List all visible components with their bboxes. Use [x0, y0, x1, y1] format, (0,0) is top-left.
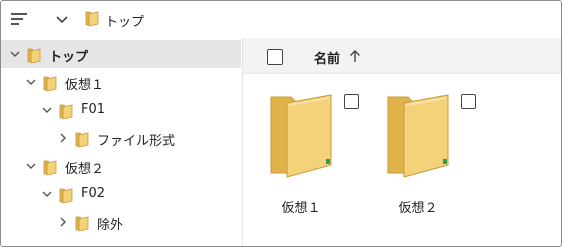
tree-item-label: 除外 [97, 218, 124, 233]
tree-item-label: ファイル形式 [97, 134, 176, 149]
folder-label: 仮想１ [281, 201, 321, 216]
folder-select-checkbox[interactable] [344, 94, 359, 109]
tree-item-label: 仮想２ [65, 162, 105, 177]
folder-icon [75, 214, 89, 236]
tree-item-label: F02 [81, 186, 106, 201]
folder-large-icon [386, 93, 450, 183]
folder-tree: トップ仮想１ F01 ファイル形式仮想２ F02 除外 [1, 38, 241, 246]
folder-icon [75, 130, 89, 152]
chevron-down-icon[interactable] [55, 11, 69, 27]
tree-item[interactable]: F01 [1, 96, 241, 124]
folder-select-checkbox[interactable] [461, 94, 476, 109]
tree-item[interactable]: ファイル形式 [1, 124, 241, 152]
folder-icon [43, 158, 57, 180]
folder-tile[interactable]: 仮想１ [269, 93, 369, 223]
tree-item[interactable]: 仮想１ [1, 68, 241, 96]
tree-item[interactable]: 仮想２ [1, 152, 241, 180]
chevron-right-icon[interactable] [57, 216, 69, 228]
select-all-checkbox[interactable] [267, 49, 283, 65]
breadcrumb-label[interactable]: トップ [105, 11, 144, 30]
hamburger-menu-icon[interactable] [11, 11, 31, 27]
tree-item[interactable]: 除外 [1, 208, 241, 236]
folder-icon [59, 102, 73, 124]
tree-item[interactable]: トップ [1, 40, 241, 68]
breadcrumb[interactable]: トップ [85, 9, 144, 31]
chevron-down-icon[interactable] [9, 48, 21, 60]
folder-large-icon [269, 93, 333, 183]
folder-tile[interactable]: 仮想２ [386, 93, 486, 223]
list-header: 名前 [243, 38, 561, 74]
folder-icon [59, 186, 73, 208]
chevron-right-icon[interactable] [57, 132, 69, 144]
folder-icon [43, 74, 57, 96]
toolbar: トップ [1, 1, 561, 37]
tree-item-label: トップ [49, 50, 89, 65]
tree-item-label: 仮想１ [65, 78, 105, 93]
tree-item-label: F01 [81, 102, 106, 117]
chevron-down-icon[interactable] [25, 76, 37, 88]
folder-icon [27, 46, 41, 68]
folder-label: 仮想２ [398, 201, 438, 216]
window: トップ トップ仮想１ F01 ファイル形式仮想２ F02 除外 名前 仮想１ 仮想２ [0, 0, 562, 247]
chevron-down-icon[interactable] [41, 104, 53, 116]
sort-ascending-arrow-icon[interactable] [349, 49, 361, 63]
tree-item[interactable]: F02 [1, 180, 241, 208]
column-name-header[interactable]: 名前 [314, 48, 340, 67]
chevron-down-icon[interactable] [41, 188, 53, 200]
chevron-down-icon[interactable] [25, 160, 37, 172]
folder-icon [85, 9, 99, 31]
